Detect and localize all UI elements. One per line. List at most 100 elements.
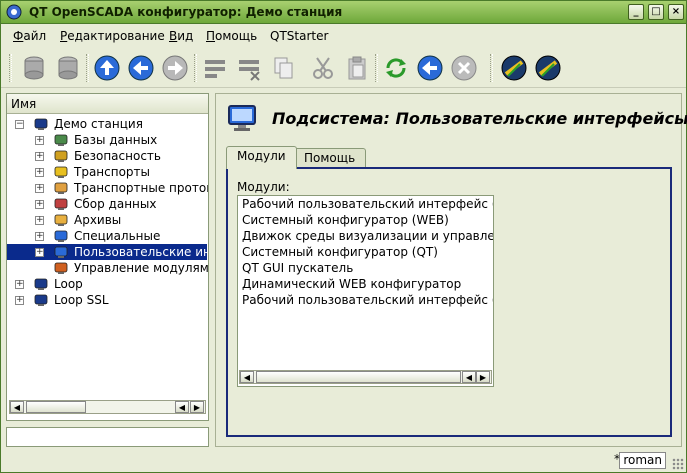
scroll-left-arrow-icon[interactable]: ◀ xyxy=(240,371,254,383)
collapse-icon[interactable]: − xyxy=(15,120,24,129)
tree-item-label: Loop xyxy=(54,277,83,291)
list-item[interactable]: Рабочий пользовательский интерфейс (WE xyxy=(242,293,493,309)
main-window: QT OpenSCADA конфигуратор: Демо станция … xyxy=(0,0,687,473)
expand-icon[interactable]: + xyxy=(35,216,44,225)
modules-label: Модули: xyxy=(237,180,290,194)
paste-icon[interactable] xyxy=(341,52,373,84)
webcfg-icon[interactable] xyxy=(498,52,530,84)
expand-icon[interactable]: + xyxy=(35,152,44,161)
add-item-icon[interactable] xyxy=(199,52,231,84)
tree-horizontal-scrollbar[interactable]: ◀ ◀ ▶ xyxy=(9,400,206,414)
content-panel: Подсистема: Пользовательские интерфейсы … xyxy=(215,93,687,447)
start-icon[interactable] xyxy=(414,52,446,84)
list-item[interactable]: Движок среды визуализации и управления xyxy=(242,229,493,245)
navigation-tree-panel: Имя − Демо станция + Базы данных + Безопаснос… xyxy=(6,93,209,421)
daq-icon xyxy=(53,196,69,212)
menu-file[interactable]: Файл xyxy=(13,29,46,43)
protocol-icon xyxy=(53,180,69,196)
scroll-left-arrow-icon[interactable]: ◀ xyxy=(10,401,24,413)
station-icon xyxy=(33,116,49,132)
window-title: QT OpenSCADA конфигуратор: Демо станция xyxy=(29,5,343,19)
station-icon xyxy=(33,292,49,308)
tree-item-label: Loop SSL xyxy=(54,293,109,307)
tab-help[interactable]: Помощь xyxy=(293,148,367,168)
expand-icon[interactable]: + xyxy=(35,136,44,145)
tree-filter-field[interactable] xyxy=(6,427,209,447)
expand-icon[interactable]: + xyxy=(35,184,44,193)
scroll-left-arrow-icon[interactable]: ◀ xyxy=(462,371,476,383)
tree-item[interactable]: + Транспортные протоко xyxy=(7,180,208,196)
close-button[interactable]: × xyxy=(668,4,684,20)
tree-item[interactable]: − Демо станция xyxy=(7,116,207,132)
stop-icon[interactable] xyxy=(448,52,480,84)
tree-item-label: Транспортные протоко xyxy=(74,181,208,195)
scroll-thumb[interactable] xyxy=(256,371,461,383)
list-item[interactable]: QT GUI пускатель xyxy=(242,261,353,277)
scroll-right-arrow-icon[interactable]: ▶ xyxy=(476,371,490,383)
scroll-left-arrow-icon[interactable]: ◀ xyxy=(175,401,189,413)
maximize-button[interactable]: □ xyxy=(648,4,664,20)
modules-list[interactable]: Рабочий пользовательский интерфейс (QT) … xyxy=(237,195,494,387)
expand-icon[interactable]: + xyxy=(15,280,24,289)
db-save-icon[interactable] xyxy=(52,52,84,84)
cut-icon[interactable] xyxy=(307,52,339,84)
tree-item[interactable]: + Loop SSL xyxy=(7,292,207,308)
tree-item[interactable]: + Сбор данных xyxy=(7,196,207,212)
panel-splitter[interactable] xyxy=(210,93,214,447)
toolbar-separator xyxy=(375,54,378,82)
up-icon[interactable] xyxy=(91,52,123,84)
tree-item-label: Архивы xyxy=(74,213,122,227)
tree-item[interactable]: + Loop xyxy=(7,276,207,292)
tree-item-label: Безопасность xyxy=(74,149,161,163)
expand-icon[interactable]: + xyxy=(35,232,44,241)
expand-icon[interactable]: + xyxy=(15,296,24,305)
db-load-icon[interactable] xyxy=(18,52,50,84)
status-user[interactable]: roman xyxy=(619,452,666,469)
title-bar[interactable]: QT OpenSCADA конфигуратор: Демо станция … xyxy=(1,1,686,24)
ui-icon xyxy=(53,244,69,260)
expand-icon[interactable]: + xyxy=(35,248,44,257)
tree-item-label: Транспорты xyxy=(74,165,151,179)
menu-edit[interactable]: Редактирование xyxy=(60,29,165,43)
tab-modules[interactable]: Модули xyxy=(226,146,297,169)
tree-item-label: Специальные xyxy=(74,229,161,243)
expand-icon[interactable]: + xyxy=(35,200,44,209)
back-icon[interactable] xyxy=(125,52,157,84)
modules-icon xyxy=(53,260,69,276)
copy-icon[interactable] xyxy=(267,52,299,84)
tree-item[interactable]: + Специальные xyxy=(7,228,207,244)
tree-item[interactable]: + Архивы xyxy=(7,212,207,228)
list-item[interactable]: Системный конфигуратор (QT) xyxy=(242,245,438,261)
vision-icon[interactable] xyxy=(532,52,564,84)
tree-item[interactable]: + Безопасность xyxy=(7,148,207,164)
list-item[interactable]: Рабочий пользовательский интерфейс (QT) xyxy=(242,197,493,213)
tree-item[interactable]: + Пользовательские инт xyxy=(7,244,208,260)
menu-help[interactable]: Помощь xyxy=(206,29,257,43)
tree-item[interactable]: + Транспорты xyxy=(7,164,207,180)
scroll-right-arrow-icon[interactable]: ▶ xyxy=(190,401,204,413)
tree-column-header[interactable]: Имя xyxy=(7,94,208,114)
app-icon xyxy=(6,4,22,20)
resize-grip-icon[interactable] xyxy=(672,458,684,470)
tree-item[interactable]: + Базы данных xyxy=(7,132,207,148)
menu-qtstarter[interactable]: QTStarter xyxy=(270,29,328,43)
toolbar-separator xyxy=(86,54,89,82)
list-item[interactable]: Динамический WEB конфигуратор xyxy=(242,277,461,293)
delete-item-icon[interactable] xyxy=(233,52,265,84)
tree-item[interactable]: Управление модулями xyxy=(7,260,208,276)
menu-view[interactable]: Вид xyxy=(169,29,193,43)
tree-item-label: Базы данных xyxy=(74,133,158,147)
list-item[interactable]: Системный конфигуратор (WEB) xyxy=(242,213,449,229)
forward-icon[interactable] xyxy=(159,52,191,84)
page-title: Подсистема: Пользовательские интерфейсы xyxy=(272,109,687,128)
minimize-button[interactable]: _ xyxy=(628,4,644,20)
station-icon xyxy=(33,276,49,292)
refresh-icon[interactable] xyxy=(380,52,412,84)
toolbar-separator xyxy=(194,54,197,82)
expand-icon[interactable]: + xyxy=(35,168,44,177)
transport-icon xyxy=(53,164,69,180)
toolbar-separator xyxy=(490,54,493,82)
scroll-thumb[interactable] xyxy=(26,401,86,413)
database-icon xyxy=(53,132,69,148)
list-horizontal-scrollbar[interactable]: ◀ ◀ ▶ xyxy=(239,370,492,384)
